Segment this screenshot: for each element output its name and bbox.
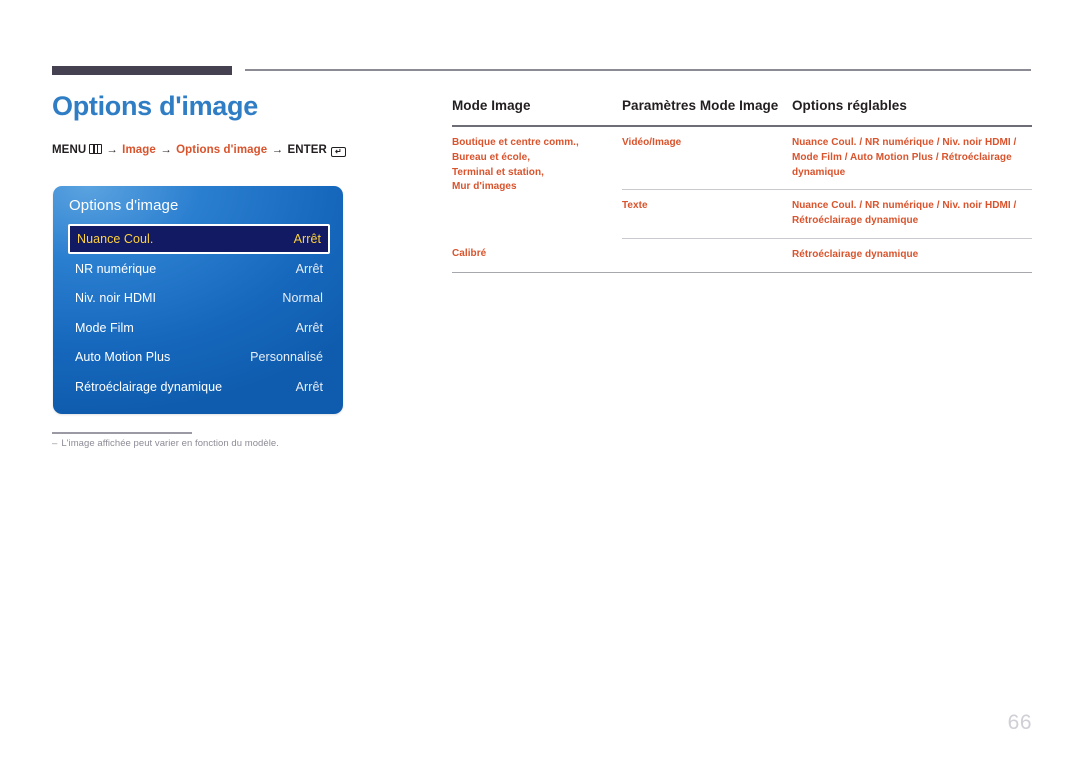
spec-table-wrapper: Mode Image Paramètres Mode Image Options… <box>452 98 1032 273</box>
breadcrumb-arrow-3: → <box>271 143 284 156</box>
breadcrumb-menu-label: MENU <box>52 143 87 156</box>
column-header-mode-image: Mode Image <box>452 98 531 113</box>
osd-row-mode-film[interactable]: Mode Film Arrêt <box>68 313 330 343</box>
osd-row-value: Arrêt <box>295 379 323 394</box>
footnote: ‒ L'image affichée peut varier en fonctio… <box>52 438 279 449</box>
footnote-dash: ‒ <box>52 438 58 449</box>
cell-parametres-calibre <box>622 238 792 273</box>
left-column: Options d'image MENU → Image → Options d'… <box>52 91 432 157</box>
osd-row-value: Arrêt <box>295 320 323 335</box>
breadcrumb-arrow-2: → <box>160 143 172 156</box>
osd-row-label: Nuance Coul. <box>77 232 154 246</box>
cell-mode-image: Boutique et centre comm., Bureau et écol… <box>452 137 579 193</box>
osd-row-label: Rétroéclairage dynamique <box>75 379 223 394</box>
osd-row-label: Niv. noir HDMI <box>75 291 157 306</box>
osd-row-nr-numerique[interactable]: NR numérique Arrêt <box>68 254 330 284</box>
osd-row-label: Auto Motion Plus <box>75 350 171 365</box>
breadcrumb-enter-label: ENTER <box>287 143 327 156</box>
cell-options-calibre: Rétroéclairage dynamique <box>792 238 1032 273</box>
spec-table-header-row: Mode Image Paramètres Mode Image Options… <box>452 98 1032 126</box>
header-rule-thick <box>52 66 232 75</box>
osd-row-niv-noir-hdmi[interactable]: Niv. noir HDMI Normal <box>68 284 330 314</box>
osd-panel-title: Options d'image <box>69 197 179 214</box>
breadcrumb-step-image[interactable]: Image <box>122 144 156 156</box>
breadcrumb: MENU → Image → Options d'image → ENTER ↵ <box>52 143 432 157</box>
breadcrumb-step-options-dimage[interactable]: Options d'image <box>176 144 267 156</box>
enter-icon: ↵ <box>330 146 346 157</box>
page-title: Options d'image <box>52 91 258 121</box>
footnote-rule <box>52 432 192 434</box>
osd-row-retroeclairage-dynamique[interactable]: Rétroéclairage dynamique Arrêt <box>68 372 330 402</box>
cell-parametres-texte: Texte <box>622 189 792 239</box>
cell-options-video-image: Nuance Coul. / NR numérique / Niv. noir … <box>792 126 1032 191</box>
osd-row-nuance-coul[interactable]: Nuance Coul. Arrêt <box>68 224 330 254</box>
table-row: Calibré Rétroéclairage dynamique <box>452 238 1032 273</box>
osd-row-value: Arrêt <box>293 232 321 246</box>
header-rule-thin <box>245 69 1031 71</box>
spec-table: Mode Image Paramètres Mode Image Options… <box>452 98 1032 273</box>
column-header-parametres-mode-image: Paramètres Mode Image <box>622 98 779 113</box>
page-number: 66 <box>1007 711 1032 734</box>
osd-row-value: Normal <box>282 291 323 306</box>
table-row: Boutique et centre comm., Bureau et écol… <box>452 126 1032 192</box>
column-header-options-reglables: Options réglables <box>792 98 907 113</box>
osd-menu-list: Nuance Coul. Arrêt NR numérique Arrêt Ni… <box>68 224 330 402</box>
osd-row-value: Personnalisé <box>250 350 323 365</box>
cell-mode-image-calibre: Calibré <box>452 238 622 273</box>
osd-row-auto-motion-plus[interactable]: Auto Motion Plus Personnalisé <box>68 343 330 373</box>
spec-table-head: Mode Image Paramètres Mode Image Options… <box>452 98 1032 126</box>
cell-parametres-video-image: Vidéo/Image <box>622 126 792 191</box>
footnote-text: L'image affichée peut varier en fonction… <box>61 438 279 449</box>
spec-table-body: Boutique et centre comm., Bureau et écol… <box>452 126 1032 273</box>
cell-options-texte: Nuance Coul. / NR numérique / Niv. noir … <box>792 189 1032 239</box>
osd-row-value: Arrêt <box>295 261 323 276</box>
osd-row-label: Mode Film <box>75 320 134 335</box>
menu-icon <box>89 143 103 154</box>
osd-panel: Options d'image Nuance Coul. Arrêt NR nu… <box>53 186 343 414</box>
osd-row-label: NR numérique <box>75 261 157 276</box>
breadcrumb-arrow-1: → <box>106 143 118 156</box>
